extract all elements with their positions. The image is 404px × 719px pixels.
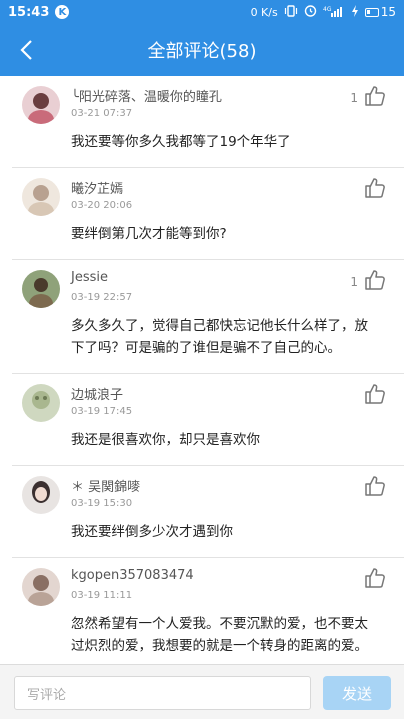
comment-date: 03-19 15:30 [71, 498, 133, 509]
battery-indicator: 15 [364, 5, 396, 19]
thumbs-up-icon [365, 476, 385, 496]
thumbs-up-icon [365, 384, 385, 404]
signal-icon: 4G [323, 5, 345, 20]
net-speed: 0 K/s [250, 5, 278, 19]
comment-username[interactable]: 边城浪子 [71, 384, 123, 403]
comment-username[interactable]: ╰阳光碎落、温暖你的瞳孔 [71, 86, 222, 105]
status-right: 0 K/s 4G 15 [251, 4, 396, 20]
thumbs-up-icon [365, 86, 385, 106]
alarm-icon [304, 4, 317, 20]
comment-item: 曦汐芷嫣 03-20 20:06 要绊倒第几次才能等到你? [12, 168, 404, 260]
avatar[interactable] [22, 178, 60, 216]
avatar[interactable] [22, 384, 60, 422]
status-bar: 15:43 K 0 K/s 4G 15 [0, 0, 404, 24]
comment-date: 03-19 17:45 [71, 406, 133, 417]
comment-date: 03-19 22:57 [71, 292, 133, 303]
avatar[interactable] [22, 568, 60, 606]
vibrate-icon [284, 4, 298, 20]
comment-date: 03-20 20:06 [71, 200, 133, 211]
comment-item: Jessie 03-19 22:57 1 多久多久了，觉得自己都快忘记他长什么样… [12, 260, 404, 374]
comment-date: 03-21 07:37 [71, 108, 133, 119]
comment-item: kgopen357083474 03-19 11:11 忽然希望有一个人爱我。不… [12, 558, 404, 664]
comment-username[interactable]: 曦汐芷嫣 [71, 178, 123, 197]
chevron-left-icon [20, 40, 32, 60]
status-time: 15:43 [8, 4, 50, 20]
avatar[interactable] [22, 476, 60, 514]
comment-item: ＊ 吴関錦嘜 03-19 15:30 我还要绊倒多少次才遇到你 [12, 466, 404, 558]
like-button[interactable] [364, 383, 386, 405]
battery-percent: 15 [380, 5, 396, 19]
like-button[interactable] [364, 177, 386, 199]
comment-input[interactable]: 写评论 [14, 676, 311, 710]
like-count: 1 [350, 91, 358, 105]
page-title: 全部评论(58) [147, 41, 257, 62]
thumbs-up-icon [365, 178, 385, 198]
thumbs-up-icon [365, 568, 385, 588]
comment-list[interactable]: ╰阳光碎落、温暖你的瞳孔 03-21 07:37 1 我还要等你多久我都等了19… [0, 76, 404, 664]
app-header: 全部评论(58) [0, 24, 404, 76]
comment-text: 多久多久了，觉得自己都快忘记他长什么样了，放下了吗？可是骗的了谁但是骗不了自己的… [71, 318, 368, 356]
comment-username[interactable]: Jessie [71, 270, 108, 285]
charging-icon [351, 4, 359, 20]
back-button[interactable] [10, 34, 42, 66]
comment-item: 边城浪子 03-19 17:45 我还是很喜欢你，却只是喜欢你 [12, 374, 404, 466]
like-button[interactable] [364, 85, 386, 107]
avatar[interactable] [22, 270, 60, 308]
like-button[interactable] [364, 269, 386, 291]
like-count: 1 [350, 275, 358, 289]
avatar[interactable] [22, 86, 60, 124]
comment-input-bar: 写评论 发送 [0, 664, 404, 719]
comment-item: ╰阳光碎落、温暖你的瞳孔 03-21 07:37 1 我还要等你多久我都等了19… [12, 76, 404, 168]
like-button[interactable] [364, 567, 386, 589]
app-notification-icon: K [55, 5, 70, 19]
battery-icon [364, 7, 379, 17]
thumbs-up-icon [365, 270, 385, 290]
comment-username[interactable]: ＊ 吴関錦嘜 [71, 476, 140, 495]
like-button[interactable] [364, 475, 386, 497]
comment-date: 03-19 11:11 [71, 590, 133, 601]
comment-username[interactable]: kgopen357083474 [71, 568, 194, 583]
svg-text:4G: 4G [323, 6, 332, 13]
send-button[interactable]: 发送 [323, 676, 391, 710]
